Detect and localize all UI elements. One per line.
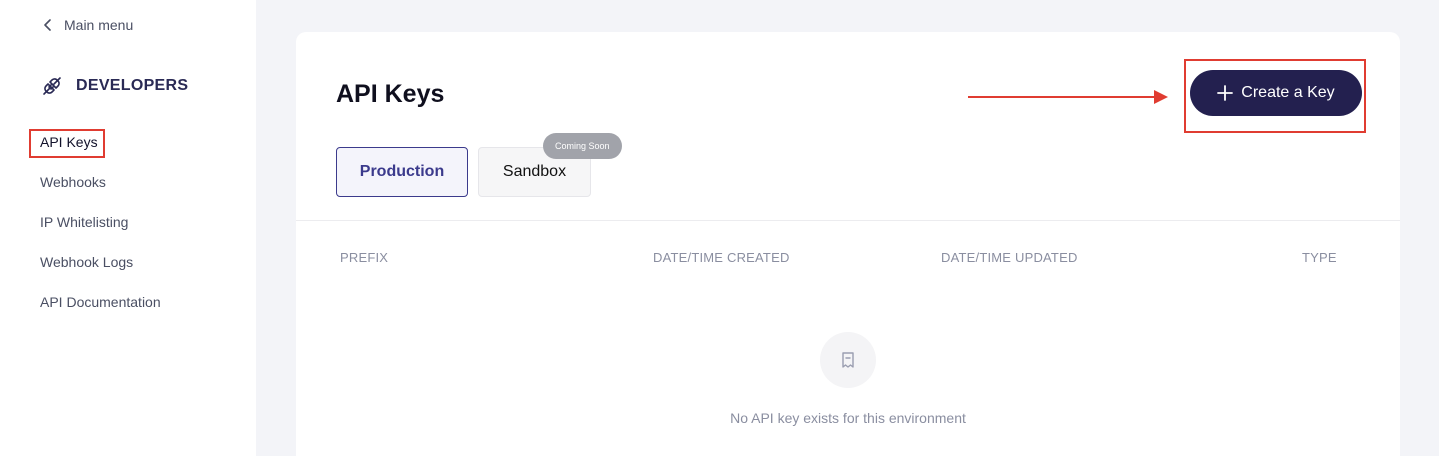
sidebar-item-webhook-logs[interactable]: Webhook Logs xyxy=(40,252,161,272)
coming-soon-badge: Coming Soon xyxy=(543,133,622,159)
sidebar-item-webhooks[interactable]: Webhooks xyxy=(40,172,161,192)
document-icon xyxy=(842,352,854,368)
main-menu-link[interactable]: Main menu xyxy=(42,17,133,33)
main-menu-label: Main menu xyxy=(64,17,134,33)
empty-state-message: No API key exists for this environment xyxy=(730,410,966,426)
plus-icon xyxy=(1217,85,1234,101)
empty-state-icon-circle xyxy=(820,332,876,388)
column-header-type: TYPE xyxy=(1302,250,1337,265)
section-title: DEVELOPERS xyxy=(76,77,189,94)
plug-icon xyxy=(43,77,61,95)
column-header-created: DATE/TIME CREATED xyxy=(653,250,790,265)
sidebar-item-api-keys[interactable]: API Keys xyxy=(40,132,161,152)
column-header-prefix: PREFIX xyxy=(340,250,389,265)
annotation-create-box: Create a Key xyxy=(1184,59,1366,133)
api-keys-card: API Keys Create a Key Production Sandbox… xyxy=(296,32,1400,456)
sidebar-nav: API Keys Webhooks IP Whitelisting Webhoo… xyxy=(40,132,161,332)
page-title: API Keys xyxy=(336,80,445,108)
developers-section-header: DEVELOPERS xyxy=(40,74,188,98)
column-header-updated: DATE/TIME UPDATED xyxy=(941,250,1078,265)
sidebar: Main menu DEVELOPERS API Keys Webhooks I… xyxy=(0,0,256,456)
sidebar-item-api-documentation[interactable]: API Documentation xyxy=(40,292,161,312)
chevron-left-icon xyxy=(44,19,51,31)
create-key-button[interactable]: Create a Key xyxy=(1190,70,1362,116)
sidebar-item-ip-whitelisting[interactable]: IP Whitelisting xyxy=(40,212,161,232)
divider xyxy=(296,220,1400,221)
tab-production[interactable]: Production xyxy=(336,147,468,197)
annotation-arrow-icon xyxy=(968,90,1168,104)
create-key-label: Create a Key xyxy=(1241,84,1335,101)
